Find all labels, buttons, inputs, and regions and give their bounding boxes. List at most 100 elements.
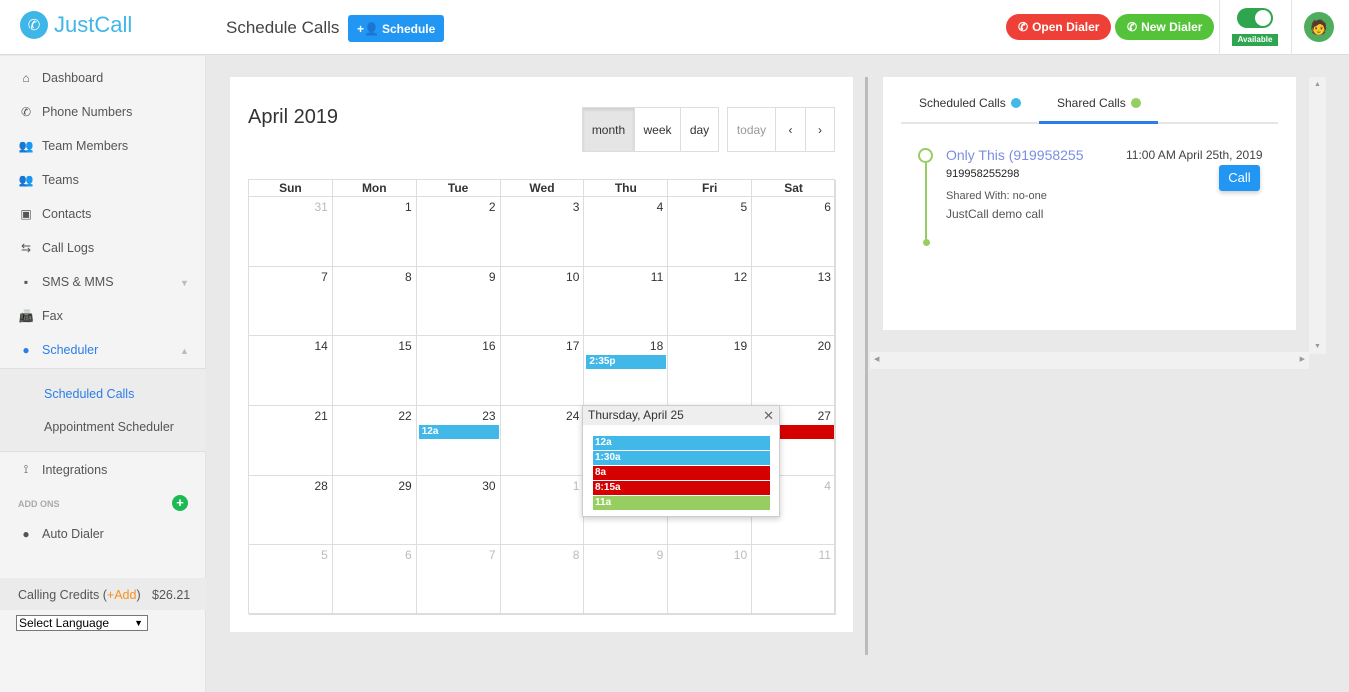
day-cell[interactable]: 6 [752, 197, 836, 267]
tab-shared-calls[interactable]: Shared Calls [1057, 96, 1141, 110]
call-button[interactable]: Call [1219, 165, 1260, 191]
close-icon[interactable]: ✕ [763, 406, 774, 425]
day-number[interactable]: 7 [321, 270, 328, 284]
day-number[interactable]: 13 [818, 270, 831, 284]
day-number[interactable]: 31 [314, 200, 327, 214]
sidebar-item-dashboard[interactable]: ⌂ Dashboard [18, 71, 103, 85]
sidebar-item-auto-dialer[interactable]: ● Auto Dialer [18, 527, 103, 541]
day-cell[interactable]: 12 [668, 266, 753, 337]
view-month-button[interactable]: month [582, 107, 635, 152]
day-number[interactable]: 24 [566, 409, 579, 423]
day-cell[interactable]: 2 [416, 197, 501, 267]
day-cell[interactable]: 20 [752, 336, 836, 406]
day-cell[interactable]: 18 [584, 336, 669, 406]
popover-event[interactable]: 8:15a [593, 481, 770, 495]
day-number[interactable]: 14 [314, 339, 327, 353]
chevron-up-icon[interactable]: ▲ [180, 346, 189, 356]
day-cell[interactable]: 10 [668, 545, 753, 615]
day-number[interactable]: 6 [824, 200, 831, 214]
day-number[interactable]: 15 [398, 339, 411, 353]
day-cell[interactable]: 24 [500, 406, 585, 476]
day-cell[interactable]: 23 [416, 406, 501, 476]
day-number[interactable]: 20 [818, 339, 831, 353]
logo[interactable]: ✆ JustCall [20, 11, 132, 39]
day-cell[interactable]: 17 [500, 336, 585, 406]
availability-toggle[interactable] [1237, 8, 1273, 28]
day-cell[interactable]: 7 [249, 266, 333, 337]
day-number[interactable]: 2 [489, 200, 496, 214]
day-cell[interactable]: 29 [332, 475, 417, 546]
horizontal-scrollbar[interactable]: ◀ ▶ [870, 352, 1309, 369]
chevron-right-icon[interactable]: › [805, 107, 835, 152]
popover-event[interactable]: 12a [593, 436, 770, 450]
day-number[interactable]: 27 [818, 409, 831, 423]
open-dialer-button[interactable]: ✆ Open Dialer [1006, 14, 1112, 40]
popover-event[interactable]: 1:30a [593, 451, 770, 465]
popover-event[interactable]: 11a [593, 496, 770, 510]
day-number[interactable]: 7 [489, 548, 496, 562]
sidebar-item-contacts[interactable]: ▣ Contacts [18, 207, 91, 221]
day-cell[interactable]: 15 [332, 336, 417, 406]
popover-event[interactable]: 8a [593, 466, 770, 480]
day-cell[interactable]: 3 [500, 197, 585, 267]
day-cell[interactable]: 9 [584, 545, 669, 615]
day-cell[interactable]: 22 [332, 406, 417, 476]
day-cell[interactable]: 11 [584, 266, 669, 337]
day-cell[interactable]: 14 [249, 336, 333, 406]
day-cell[interactable]: 11 [752, 545, 836, 615]
sidebar-item-scheduler[interactable]: ● Scheduler [18, 343, 98, 357]
chevron-left-icon[interactable]: ‹ [775, 107, 806, 152]
call-contact-name[interactable]: Only This (919958255 [946, 147, 1084, 163]
day-cell[interactable]: 5 [249, 545, 333, 615]
day-number[interactable]: 8 [405, 270, 412, 284]
day-cell[interactable]: 9 [416, 266, 501, 337]
language-select[interactable]: Select Language ▼ [16, 615, 148, 631]
day-number[interactable]: 11 [819, 548, 831, 562]
day-number[interactable]: 28 [314, 479, 327, 493]
day-number[interactable]: 9 [489, 270, 496, 284]
view-week-button[interactable]: week [634, 107, 681, 152]
day-cell[interactable]: 28 [249, 475, 333, 546]
day-cell[interactable]: 6 [332, 545, 417, 615]
calendar-event[interactable]: 12a [418, 425, 499, 439]
day-cell[interactable]: 10 [500, 266, 585, 337]
day-cell[interactable]: 16 [416, 336, 501, 406]
day-number[interactable]: 3 [573, 200, 580, 214]
day-number[interactable]: 22 [398, 409, 411, 423]
day-number[interactable]: 9 [657, 548, 664, 562]
sidebar-item-teams[interactable]: 👥 Teams [18, 173, 79, 187]
calendar-event[interactable]: 2:35p [586, 355, 667, 370]
day-cell[interactable]: 30 [416, 475, 501, 546]
avatar[interactable]: 🧑 [1304, 12, 1334, 42]
sidebar-item-team-members[interactable]: 👥 Team Members [18, 139, 129, 153]
today-button[interactable]: today [727, 107, 776, 152]
day-number[interactable]: 18 [650, 339, 663, 353]
day-cell[interactable]: 1 [332, 197, 417, 267]
day-cell[interactable]: 8 [332, 266, 417, 337]
sidebar-item-call-logs[interactable]: ⇆ Call Logs [18, 241, 94, 255]
view-day-button[interactable]: day [680, 107, 719, 152]
sidebar-item-scheduled-calls[interactable]: Scheduled Calls [44, 387, 134, 401]
day-number[interactable]: 1 [573, 479, 580, 493]
day-number[interactable]: 29 [398, 479, 411, 493]
day-cell[interactable]: 4 [584, 197, 669, 267]
chevron-down-icon[interactable]: ▼ [180, 278, 189, 288]
day-cell[interactable]: 7 [416, 545, 501, 615]
day-number[interactable]: 8 [573, 548, 580, 562]
day-number[interactable]: 19 [734, 339, 747, 353]
day-cell[interactable]: 31 [249, 197, 333, 267]
sidebar-item-appointment-scheduler[interactable]: Appointment Scheduler [44, 420, 174, 434]
day-number[interactable]: 11 [651, 270, 663, 284]
day-number[interactable]: 4 [824, 479, 831, 493]
day-cell[interactable]: 21 [249, 406, 333, 476]
vertical-scrollbar[interactable]: ▲ ▼ [1309, 77, 1326, 354]
day-number[interactable]: 4 [657, 200, 664, 214]
day-cell[interactable]: 5 [668, 197, 753, 267]
day-number[interactable]: 5 [321, 548, 328, 562]
tab-scheduled-calls[interactable]: Scheduled Calls [919, 96, 1021, 110]
day-number[interactable]: 5 [740, 200, 747, 214]
day-number[interactable]: 21 [314, 409, 327, 423]
sidebar-item-sms[interactable]: ▪ SMS & MMS [18, 275, 114, 289]
schedule-button[interactable]: +👤 Schedule [348, 15, 445, 42]
add-addon-icon[interactable]: + [172, 495, 188, 511]
